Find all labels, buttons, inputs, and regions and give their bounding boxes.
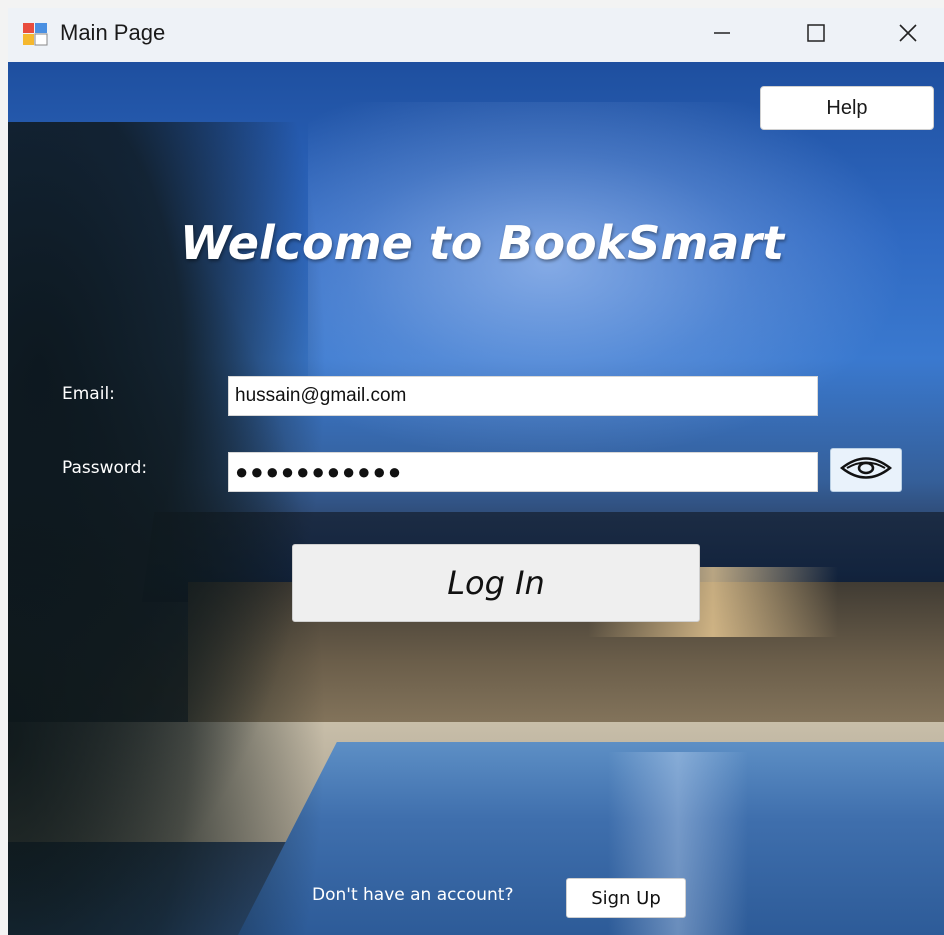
show-password-button[interactable] bbox=[830, 448, 902, 492]
password-label: Password: bbox=[62, 458, 148, 478]
eye-icon bbox=[839, 455, 893, 485]
window-title: Main Page bbox=[60, 20, 166, 45]
welcome-heading: Welcome to BookSmart bbox=[180, 216, 785, 270]
maximize-icon bbox=[806, 23, 826, 47]
minimize-button[interactable] bbox=[692, 12, 752, 58]
help-button[interactable]: Help bbox=[760, 86, 934, 130]
signup-button[interactable]: Sign Up bbox=[566, 878, 686, 918]
maximize-button[interactable] bbox=[786, 12, 846, 58]
app-window: Main Page Help Welcome to BookSmart Emai… bbox=[0, 0, 944, 935]
close-icon bbox=[897, 22, 919, 48]
login-panel: Help Welcome to BookSmart Email: hussain… bbox=[8, 62, 944, 935]
login-button[interactable]: Log In bbox=[292, 544, 700, 622]
title-bar: Main Page bbox=[8, 8, 944, 62]
minimize-icon bbox=[712, 23, 732, 47]
close-button[interactable] bbox=[878, 12, 938, 58]
app-icon bbox=[22, 22, 48, 46]
email-label: Email: bbox=[62, 384, 115, 404]
signup-prompt: Don't have an account? bbox=[312, 885, 514, 905]
password-field[interactable]: ●●●●●●●●●●● bbox=[228, 452, 818, 492]
email-field[interactable]: hussain@gmail.com bbox=[228, 376, 818, 416]
